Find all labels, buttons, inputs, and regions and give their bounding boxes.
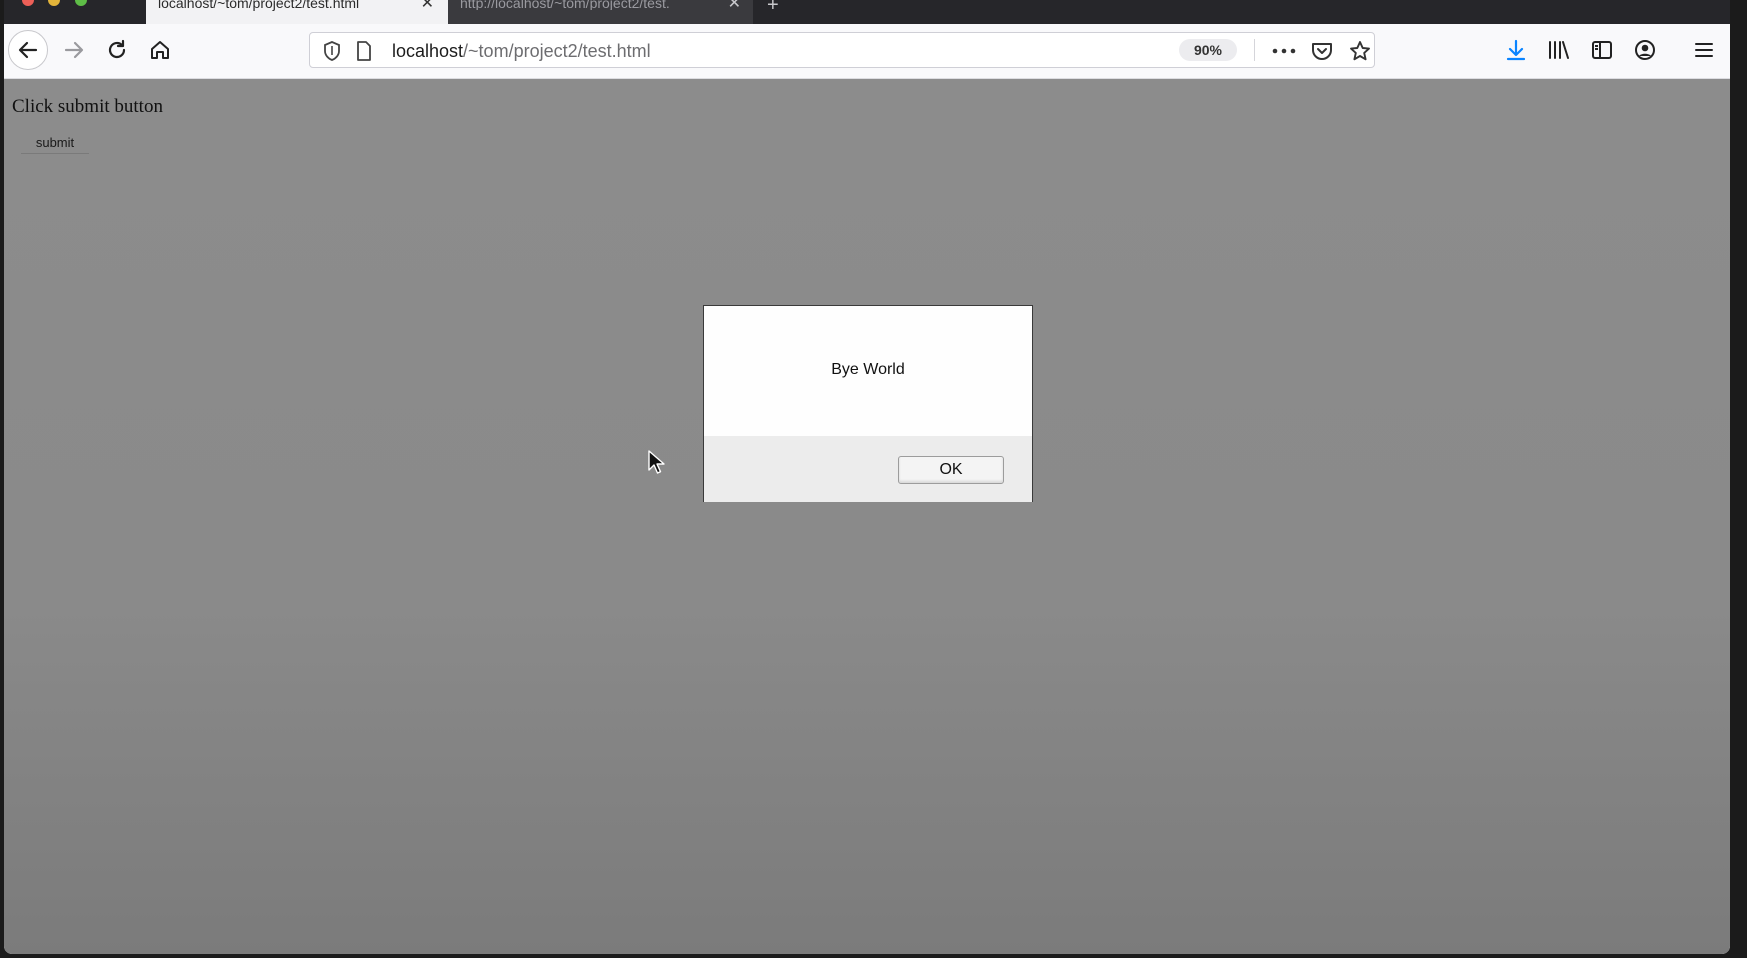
submit-button[interactable]: submit	[21, 131, 89, 154]
sidebar-button[interactable]	[1582, 30, 1622, 70]
more-icon[interactable]	[1272, 39, 1296, 63]
new-tab-icon[interactable]: +	[767, 0, 779, 17]
ok-button[interactable]: OK	[898, 456, 1004, 484]
minimize-window-button[interactable]	[48, 0, 60, 6]
menu-icon	[1695, 43, 1713, 57]
mouse-pointer-icon	[648, 450, 665, 474]
browser-window: localhost/~tom/project2/test.html ✕ http…	[4, 0, 1730, 954]
close-window-button[interactable]	[22, 0, 34, 6]
home-button[interactable]	[140, 30, 180, 70]
menu-button[interactable]	[1684, 30, 1724, 70]
star-icon[interactable]	[1348, 39, 1372, 63]
page-content: Click submit button submit	[4, 79, 1730, 954]
zoom-indicator[interactable]: 90%	[1179, 39, 1237, 61]
library-icon	[1549, 41, 1569, 59]
page-icon[interactable]	[352, 39, 376, 63]
shield-icon[interactable]	[320, 39, 344, 63]
tab-label: localhost/~tom/project2/test.html	[158, 0, 360, 11]
home-icon	[151, 41, 169, 59]
sidebar-icon	[1592, 41, 1612, 59]
pocket-icon[interactable]	[1310, 39, 1334, 63]
tab-test-html[interactable]: localhost/~tom/project2/test.html ✕	[146, 0, 448, 24]
close-icon[interactable]: ✕	[728, 0, 741, 12]
back-button[interactable]	[8, 30, 48, 70]
url-host: localhost	[392, 41, 464, 61]
forward-icon	[64, 41, 84, 59]
url-divider	[1254, 39, 1255, 61]
account-icon	[1635, 40, 1655, 60]
url-path: /~tom/project2/test.html	[463, 41, 651, 61]
address-bar[interactable]: localhost/~tom/project2/test.html 90%	[309, 32, 1375, 68]
dialog-body: Bye World	[704, 306, 1032, 436]
library-button[interactable]	[1539, 30, 1579, 70]
download-icon	[1506, 39, 1526, 61]
reload-icon	[108, 39, 126, 59]
alert-dialog: Bye World OK	[703, 305, 1033, 502]
tab-strip: localhost/~tom/project2/test.html ✕ http…	[4, 0, 1730, 24]
account-button[interactable]	[1625, 30, 1665, 70]
maximize-window-button[interactable]	[75, 0, 87, 6]
dialog-message: Bye World	[831, 361, 905, 378]
downloads-button[interactable]	[1496, 30, 1536, 70]
tab-label: http://localhost/~tom/project2/test.	[460, 0, 670, 10]
forward-button[interactable]	[54, 30, 94, 70]
back-icon	[18, 41, 38, 59]
nav-toolbar: localhost/~tom/project2/test.html 90%	[4, 24, 1730, 79]
reload-button[interactable]	[97, 30, 137, 70]
url-text[interactable]: localhost/~tom/project2/test.html	[392, 41, 651, 62]
dialog-footer: OK	[704, 436, 1032, 502]
tab-second[interactable]: http://localhost/~tom/project2/test. ✕	[448, 0, 753, 24]
page-heading: Click submit button	[12, 96, 163, 117]
close-icon[interactable]: ✕	[421, 0, 434, 12]
